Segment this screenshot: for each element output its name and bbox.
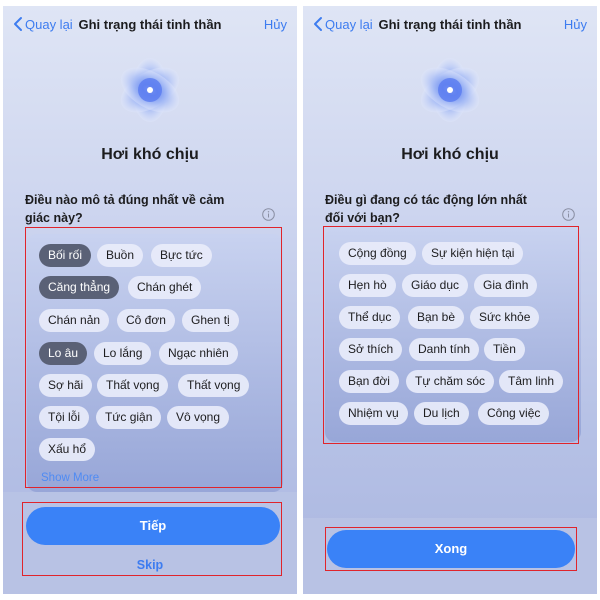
factor-chip[interactable]: Nhiệm vụ (339, 402, 408, 425)
emotion-chip[interactable]: Xấu hổ (39, 438, 96, 461)
factor-chip[interactable]: Du lịch (414, 402, 469, 425)
emotion-chip[interactable]: Bối rối (39, 244, 92, 267)
emotion-chip[interactable]: Lo âu (39, 342, 88, 365)
mood-heading: Hơi khó chịu (401, 146, 499, 163)
factor-chip[interactable]: Bạn đời (339, 370, 399, 393)
info-icon[interactable] (262, 208, 275, 221)
factor-chip[interactable]: Tiền (484, 338, 525, 361)
back-label: Quay lại (25, 16, 73, 32)
show-more-link[interactable]: Show More (41, 472, 99, 484)
factor-chip[interactable]: Thể dục (339, 306, 401, 329)
factor-chip[interactable]: Bạn bè (408, 306, 465, 329)
emotion-chip[interactable]: Tội lỗi (39, 406, 90, 429)
nav-bar: Quay lại Ghi trạng thái tinh thần Hủy (3, 6, 297, 44)
done-button[interactable]: Xong (327, 530, 575, 568)
next-button[interactable]: Tiếp (26, 507, 280, 545)
mood-flower-icon (120, 58, 180, 122)
info-icon[interactable] (562, 208, 575, 221)
back-button[interactable]: Quay lại (11, 16, 73, 32)
back-label: Quay lại (325, 16, 373, 32)
emotion-chip[interactable]: Sợ hãi (39, 374, 93, 397)
emotion-chip[interactable]: Bực tức (151, 244, 212, 267)
mood-flower-icon (420, 58, 480, 122)
factor-chip[interactable]: Sức khỏe (470, 306, 540, 329)
emotion-chip[interactable]: Ghen tị (182, 309, 239, 332)
question-text: Điều gì đang có tác động lớn nhất đối vớ… (325, 193, 527, 225)
mood-log-screen-emotions: Quay lại Ghi trạng thái tinh thần Hủy Hơ… (3, 6, 297, 594)
skip-button[interactable]: Skip (3, 558, 297, 572)
mood-heading: Hơi khó chịu (101, 146, 199, 163)
emotion-chip[interactable]: Buồn (97, 244, 144, 267)
cancel-button[interactable]: Hủy (564, 17, 587, 32)
emotion-chip[interactable]: Ngạc nhiên (159, 342, 238, 365)
nav-bar: Quay lại Ghi trạng thái tinh thần Hủy (303, 6, 597, 44)
factor-chip[interactable]: Sở thích (339, 338, 403, 361)
emotion-chip[interactable]: Thất vọng (178, 374, 250, 397)
factor-chip[interactable]: Công việc (478, 402, 550, 425)
chevron-left-icon (314, 17, 322, 31)
emotion-chip[interactable]: Tức giận (96, 406, 162, 429)
emotion-chip[interactable]: Chán ghét (128, 276, 202, 299)
factor-chip[interactable]: Tâm linh (499, 370, 564, 393)
emotion-chip[interactable]: Cô đơn (117, 309, 175, 332)
back-button[interactable]: Quay lại (311, 16, 373, 32)
emotion-chip[interactable]: Lo lắng (94, 342, 152, 365)
emotion-chip[interactable]: Vô vọng (167, 406, 230, 429)
emotion-chip[interactable]: Căng thẳng (39, 276, 120, 299)
emotion-chip[interactable]: Chán nản (39, 309, 110, 332)
question-text: Điều nào mô tả đúng nhất về cảm giác này… (25, 193, 225, 225)
cancel-button[interactable]: Hủy (264, 17, 287, 32)
mood-log-screen-factors: Quay lại Ghi trạng thái tinh thần Hủy Hơ… (303, 6, 597, 594)
factor-chip[interactable]: Sự kiện hiện tại (422, 242, 524, 265)
factor-chip[interactable]: Cộng đồng (339, 242, 416, 265)
emotion-chip[interactable]: Thất vọng (97, 374, 169, 397)
chevron-left-icon (14, 17, 22, 31)
factor-chip[interactable]: Hẹn hò (339, 274, 396, 297)
factor-chip[interactable]: Giáo dục (402, 274, 469, 297)
factor-chip[interactable]: Gia đình (474, 274, 538, 297)
factor-chip[interactable]: Tự chăm sóc (406, 370, 495, 393)
factor-chip[interactable]: Danh tính (409, 338, 480, 361)
factor-chips-panel: Cộng đồng Sự kiện hiện tại Hẹn hò Giáo d… (325, 228, 581, 442)
emotion-chips-panel: Bối rối Buồn Bực tức Căng thẳng Chán ghé… (27, 234, 283, 492)
